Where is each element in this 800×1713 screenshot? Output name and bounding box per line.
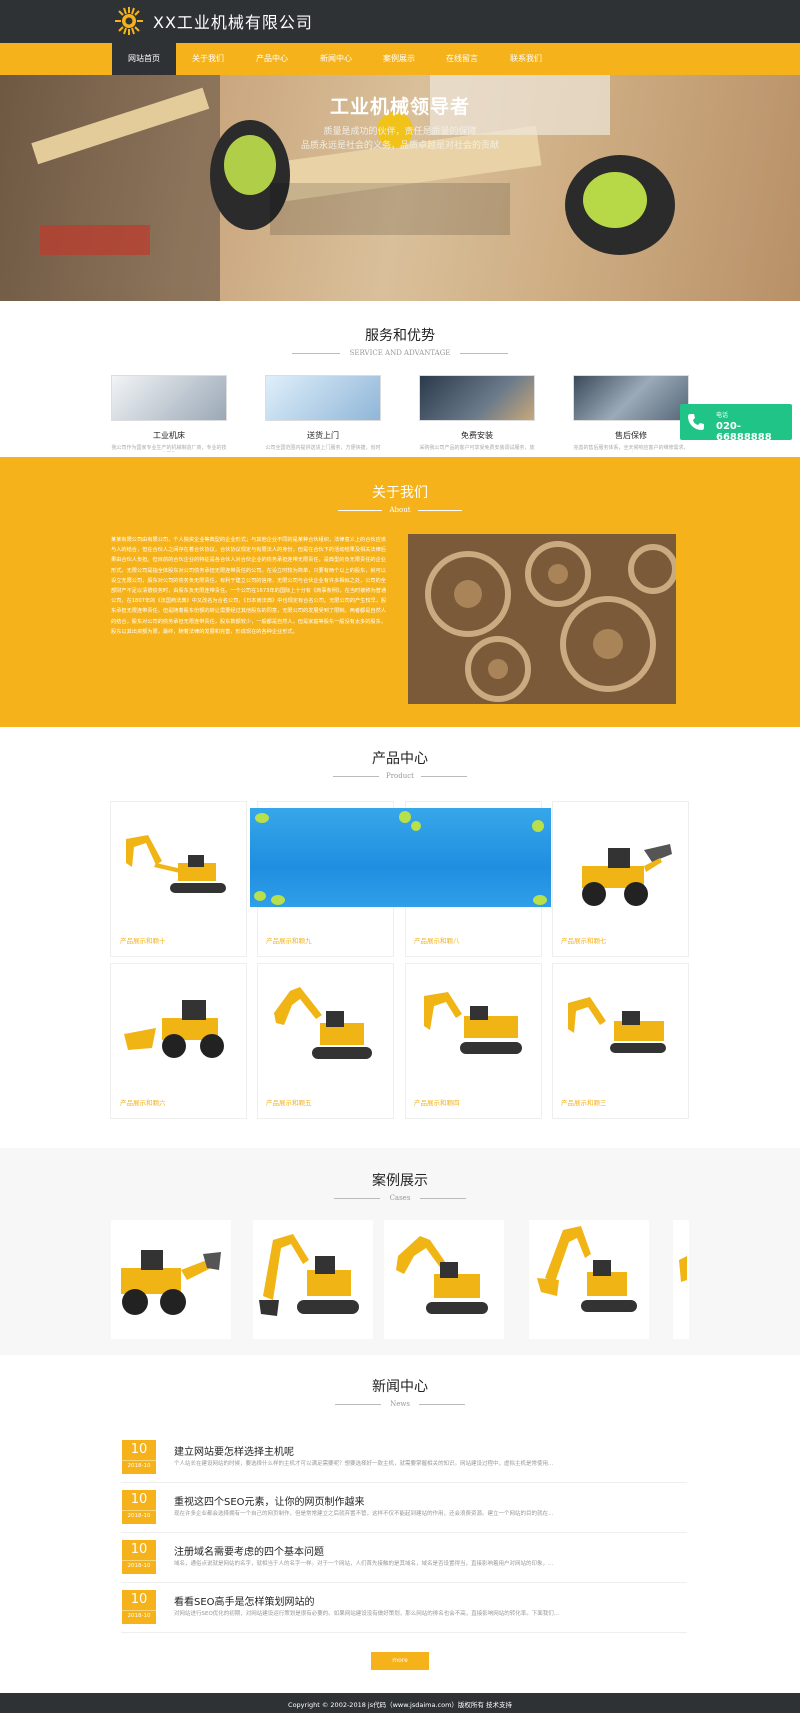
divider-right bbox=[460, 353, 508, 354]
news-day: 10 bbox=[130, 1592, 148, 1607]
case-card[interactable] bbox=[673, 1220, 689, 1339]
product-label[interactable]: 产品展示和颗七 bbox=[561, 935, 607, 945]
news-item-desc: 现在许多企业都会选择拥有一个自己的网页制作，但是常常建立之后就弃置不管，这样不仅… bbox=[174, 1511, 554, 1517]
excavator-image-partial bbox=[679, 1256, 687, 1282]
nav-item-news[interactable]: 新闻中心 bbox=[306, 43, 366, 75]
product-label[interactable]: 产品展示和颗四 bbox=[414, 1097, 460, 1107]
cases-title: 案例展示 bbox=[372, 1173, 428, 1189]
excavator-image bbox=[274, 987, 372, 1059]
service-image-machine-tool[interactable] bbox=[111, 375, 227, 421]
about-subtitle: About bbox=[389, 506, 411, 514]
wheel-loader-image bbox=[582, 844, 672, 906]
news-item-title[interactable]: 看看SEO高手是怎样策划网站的 bbox=[174, 1593, 315, 1608]
news-divider bbox=[121, 1582, 687, 1583]
news-title: 新闻中心 bbox=[372, 1379, 428, 1395]
product-label[interactable]: 产品展示和颗三 bbox=[561, 1097, 607, 1107]
news-date-badge: 10 2018-10 bbox=[122, 1440, 156, 1474]
hero-tagline-1: 质量是成功的伙伴，责任是质量的保障 bbox=[323, 127, 477, 137]
divider-right bbox=[419, 1404, 465, 1405]
divider-right bbox=[418, 510, 462, 511]
service-title[interactable]: 送货上门 bbox=[265, 430, 381, 441]
news-date-badge: 10 2018-10 bbox=[122, 1490, 156, 1524]
service-image-warranty[interactable] bbox=[573, 375, 689, 421]
excavator-image bbox=[259, 1234, 359, 1316]
news-item-title[interactable]: 注册域名需要考虑的四个基本问题 bbox=[174, 1543, 324, 1558]
product-label[interactable]: 产品展示和颗五 bbox=[266, 1097, 312, 1107]
hero-tagline-2: 品质永远是社会的义务，品质卓越是对社会的贡献 bbox=[300, 141, 499, 151]
site-title[interactable]: XX工业机械有限公司 bbox=[153, 9, 313, 33]
more-button[interactable]: more bbox=[371, 1652, 429, 1670]
sun-gear-logo-icon[interactable] bbox=[113, 5, 145, 37]
phone-label: 电话 bbox=[716, 412, 729, 419]
excavator-image bbox=[424, 992, 522, 1054]
service-desc: 采购我公司产品的客户可享受免费安装调试服务，放心 bbox=[419, 445, 535, 451]
service-title[interactable]: 售后保修 bbox=[573, 430, 689, 441]
news-day: 10 bbox=[130, 1492, 148, 1507]
service-title[interactable]: 工业机床 bbox=[111, 430, 227, 441]
news-item-desc: 对网站进行SEO优化的初期，对网站建设运行策划是很有必要的。如果网站建设没有做好… bbox=[174, 1611, 560, 1617]
cases-subtitle: Cases bbox=[389, 1194, 411, 1202]
floating-phone-widget[interactable]: 电话 020-66888888 bbox=[680, 404, 792, 443]
excavator-image bbox=[126, 835, 226, 893]
news-date-badge: 10 2018-10 bbox=[122, 1590, 156, 1624]
case-card[interactable] bbox=[529, 1220, 649, 1339]
product-label[interactable]: 产品展示和颗八 bbox=[414, 935, 460, 945]
nav-item-cases[interactable]: 案例展示 bbox=[369, 43, 429, 75]
products-subtitle: Product bbox=[386, 772, 414, 780]
gears-image bbox=[408, 534, 676, 704]
news-subtitle: News bbox=[390, 1400, 410, 1408]
footer-copyright: Copyright © 2002-2018 js代码（www.jsdaima.c… bbox=[288, 1701, 512, 1709]
nav-item-products[interactable]: 产品中心 bbox=[242, 43, 302, 75]
service-desc: 公司全国范围内提供送货上门服务，方便快捷，省时省力 bbox=[265, 445, 381, 451]
wheel-loader-image bbox=[124, 1000, 224, 1058]
main-nav: 网站首页 关于我们 产品中心 新闻中心 案例展示 在线留言 联系我们 bbox=[0, 43, 800, 75]
nav-item-message[interactable]: 在线留言 bbox=[432, 43, 492, 75]
news-year-month: 2018-10 bbox=[122, 1510, 156, 1521]
divider-right bbox=[421, 776, 467, 777]
service-image-delivery[interactable] bbox=[265, 375, 381, 421]
news-date-badge: 10 2018-10 bbox=[122, 1540, 156, 1574]
product-label[interactable]: 产品展示和颗九 bbox=[266, 935, 312, 945]
case-card[interactable] bbox=[111, 1220, 231, 1339]
news-item-desc: 个人站长在建设网站的时候，要选择什么样的主机才可以满足需要呢？想要选择好一款主机… bbox=[174, 1461, 554, 1467]
product-label[interactable]: 产品展示和颗十 bbox=[120, 935, 166, 945]
leaf-banner-image[interactable] bbox=[250, 808, 551, 907]
wheel-loader-image bbox=[121, 1250, 221, 1315]
leaf-decoration bbox=[254, 811, 547, 905]
phone-number[interactable]: 020-66888888 bbox=[716, 421, 792, 443]
nav-item-home[interactable]: 网站首页 bbox=[112, 43, 176, 75]
about-title: 关于我们 bbox=[372, 485, 428, 501]
service-image-installation[interactable] bbox=[419, 375, 535, 421]
nav-item-contact[interactable]: 联系我们 bbox=[496, 43, 556, 75]
news-divider bbox=[121, 1482, 687, 1483]
excavator-image bbox=[396, 1236, 488, 1314]
phone-icon bbox=[688, 414, 704, 430]
divider-right bbox=[420, 1198, 466, 1199]
news-divider bbox=[121, 1532, 687, 1533]
news-year-month: 2018-10 bbox=[122, 1460, 156, 1471]
services-title: 服务和优势 bbox=[365, 328, 435, 344]
case-card[interactable] bbox=[253, 1220, 373, 1339]
case-card[interactable] bbox=[384, 1220, 504, 1339]
news-item-title[interactable]: 重视这四个SEO元素，让你的网页制作越来 bbox=[174, 1493, 365, 1508]
service-desc: 完善的售后服务体系，全天候响应客户的维修需求，三包 bbox=[573, 445, 689, 451]
news-item-desc: 域名，通俗点说就是网站的名字，就相当于人的名字一样。对于一个网站，人们首先接触的… bbox=[174, 1561, 554, 1567]
news-year-month: 2018-10 bbox=[122, 1560, 156, 1571]
service-title[interactable]: 免费安装 bbox=[419, 430, 535, 441]
services-subtitle: SERVICE AND ADVANTAGE bbox=[349, 349, 451, 357]
news-divider bbox=[121, 1632, 687, 1633]
products-title: 产品中心 bbox=[372, 751, 428, 767]
product-label[interactable]: 产品展示和颗六 bbox=[120, 1097, 166, 1107]
excavator-image bbox=[537, 1226, 637, 1312]
about-text: 某某有限公司由有限公司，个人独资企业等典型的企业形式；与其他企业不同的是某种合伙… bbox=[111, 537, 387, 635]
excavator-image bbox=[568, 997, 666, 1053]
news-year-month: 2018-10 bbox=[122, 1610, 156, 1621]
nav-item-about[interactable]: 关于我们 bbox=[178, 43, 238, 75]
news-item-title[interactable]: 建立网站要怎样选择主机呢 bbox=[174, 1443, 294, 1458]
news-day: 10 bbox=[130, 1542, 148, 1557]
news-day: 10 bbox=[130, 1442, 148, 1457]
service-desc: 我公司作为国家专业生产的机械制造厂商，专业的技术团队 bbox=[111, 445, 227, 451]
hero-title: 工业机械领导者 bbox=[329, 96, 470, 118]
